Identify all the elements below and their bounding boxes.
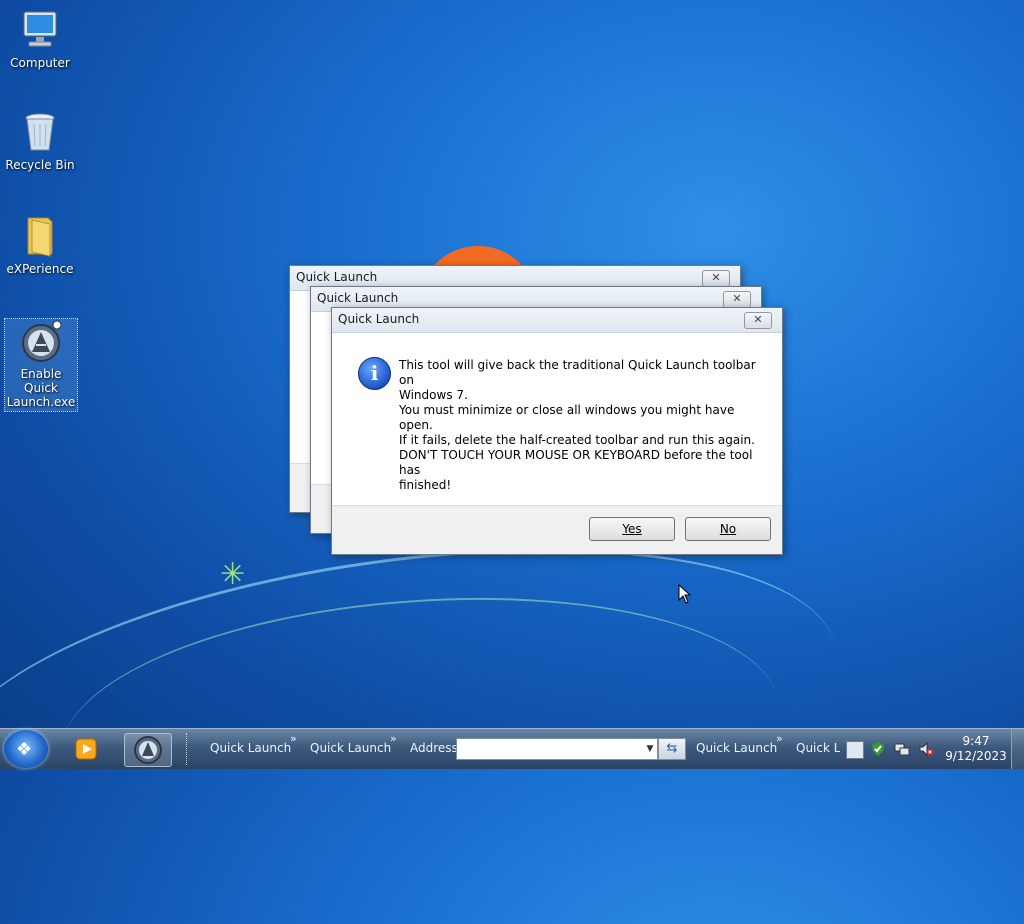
volume-muted-icon[interactable] xyxy=(918,741,934,757)
address-label: Address xyxy=(410,741,458,755)
toolbar-grip[interactable] xyxy=(186,733,197,765)
desktop-icon-label: Computer xyxy=(10,56,70,70)
dialog-title: Quick Launch xyxy=(338,312,420,326)
dialog-quick-launch: Quick Launch ✕ i This tool will give bac… xyxy=(331,307,783,555)
close-icon[interactable]: ✕ xyxy=(744,312,772,329)
desktop-icon-label: eXPerience xyxy=(6,262,74,276)
toolbar-quick-launch-3[interactable]: Quick Launch xyxy=(696,741,777,755)
clock-time: 9:47 xyxy=(962,734,990,748)
toolbar-quick-launch-4[interactable]: Quick La xyxy=(796,741,840,755)
network-tray-icon[interactable] xyxy=(894,741,910,757)
dialog-title: Quick Launch xyxy=(317,291,399,305)
exe-icon xyxy=(19,319,63,363)
toolbar-quick-launch-1[interactable]: Quick Launch xyxy=(210,741,291,755)
info-icon: i xyxy=(358,357,391,390)
computer-icon xyxy=(18,8,62,52)
taskbar-media-player[interactable] xyxy=(70,733,104,765)
chevron-down-icon[interactable]: ▼ xyxy=(643,739,657,759)
start-button[interactable]: ❖ xyxy=(4,730,48,768)
folder-icon xyxy=(18,214,62,258)
system-clock[interactable]: 9:47 9/12/2023 xyxy=(944,734,1008,764)
clock-date: 9/12/2023 xyxy=(945,749,1007,763)
yes-button[interactable]: Yes xyxy=(589,517,675,541)
close-icon[interactable]: ✕ xyxy=(723,291,751,308)
close-icon[interactable]: ✕ xyxy=(702,270,730,287)
address-input[interactable]: ▼ xyxy=(456,738,658,760)
desktop-icon-experience[interactable]: eXPerience xyxy=(4,214,76,276)
desktop-icon-enable-quick-launch[interactable]: Enable Quick Launch.exe xyxy=(4,318,78,412)
recycle-bin-icon xyxy=(18,110,62,154)
media-player-icon xyxy=(75,738,97,760)
chevron-right-icon[interactable]: » xyxy=(390,732,397,745)
no-button[interactable]: No xyxy=(685,517,771,541)
yes-button-label: Yes xyxy=(622,522,642,536)
chevron-right-icon[interactable]: » xyxy=(290,732,297,745)
address-go-button[interactable]: ⇆ xyxy=(658,738,686,760)
desktop-icon-computer[interactable]: Computer xyxy=(4,8,76,70)
chevron-right-icon[interactable]: » xyxy=(776,732,783,745)
dialog-footer: Yes No xyxy=(332,505,782,554)
desktop-icon-label: Recycle Bin xyxy=(5,158,75,172)
windows-logo-icon: ❖ xyxy=(16,739,33,760)
toolbar-quick-launch-2[interactable]: Quick Launch xyxy=(310,741,391,755)
dialog-title: Quick Launch xyxy=(296,270,378,284)
mouse-cursor-icon xyxy=(678,583,692,607)
desktop-icon-label: Enable Quick Launch.exe xyxy=(6,367,76,409)
notes-tray-icon[interactable] xyxy=(846,741,864,759)
exe-icon xyxy=(134,736,162,764)
go-arrows-icon: ⇆ xyxy=(666,741,678,756)
wallpaper-sparkle: ✳ xyxy=(220,557,246,592)
dialog-message: This tool will give back the traditional… xyxy=(399,358,756,522)
no-button-label: No xyxy=(719,522,737,536)
taskbar-quick-launch-app[interactable] xyxy=(124,733,172,767)
show-desktop-button[interactable] xyxy=(1011,729,1024,769)
dialog-titlebar: Quick Launch ✕ xyxy=(332,308,782,333)
security-tray-icon[interactable] xyxy=(870,741,886,757)
taskbar: ❖ Quick Launch » Quick Launch » Address … xyxy=(0,728,1024,769)
desktop-icon-recycle-bin[interactable]: Recycle Bin xyxy=(4,110,76,172)
